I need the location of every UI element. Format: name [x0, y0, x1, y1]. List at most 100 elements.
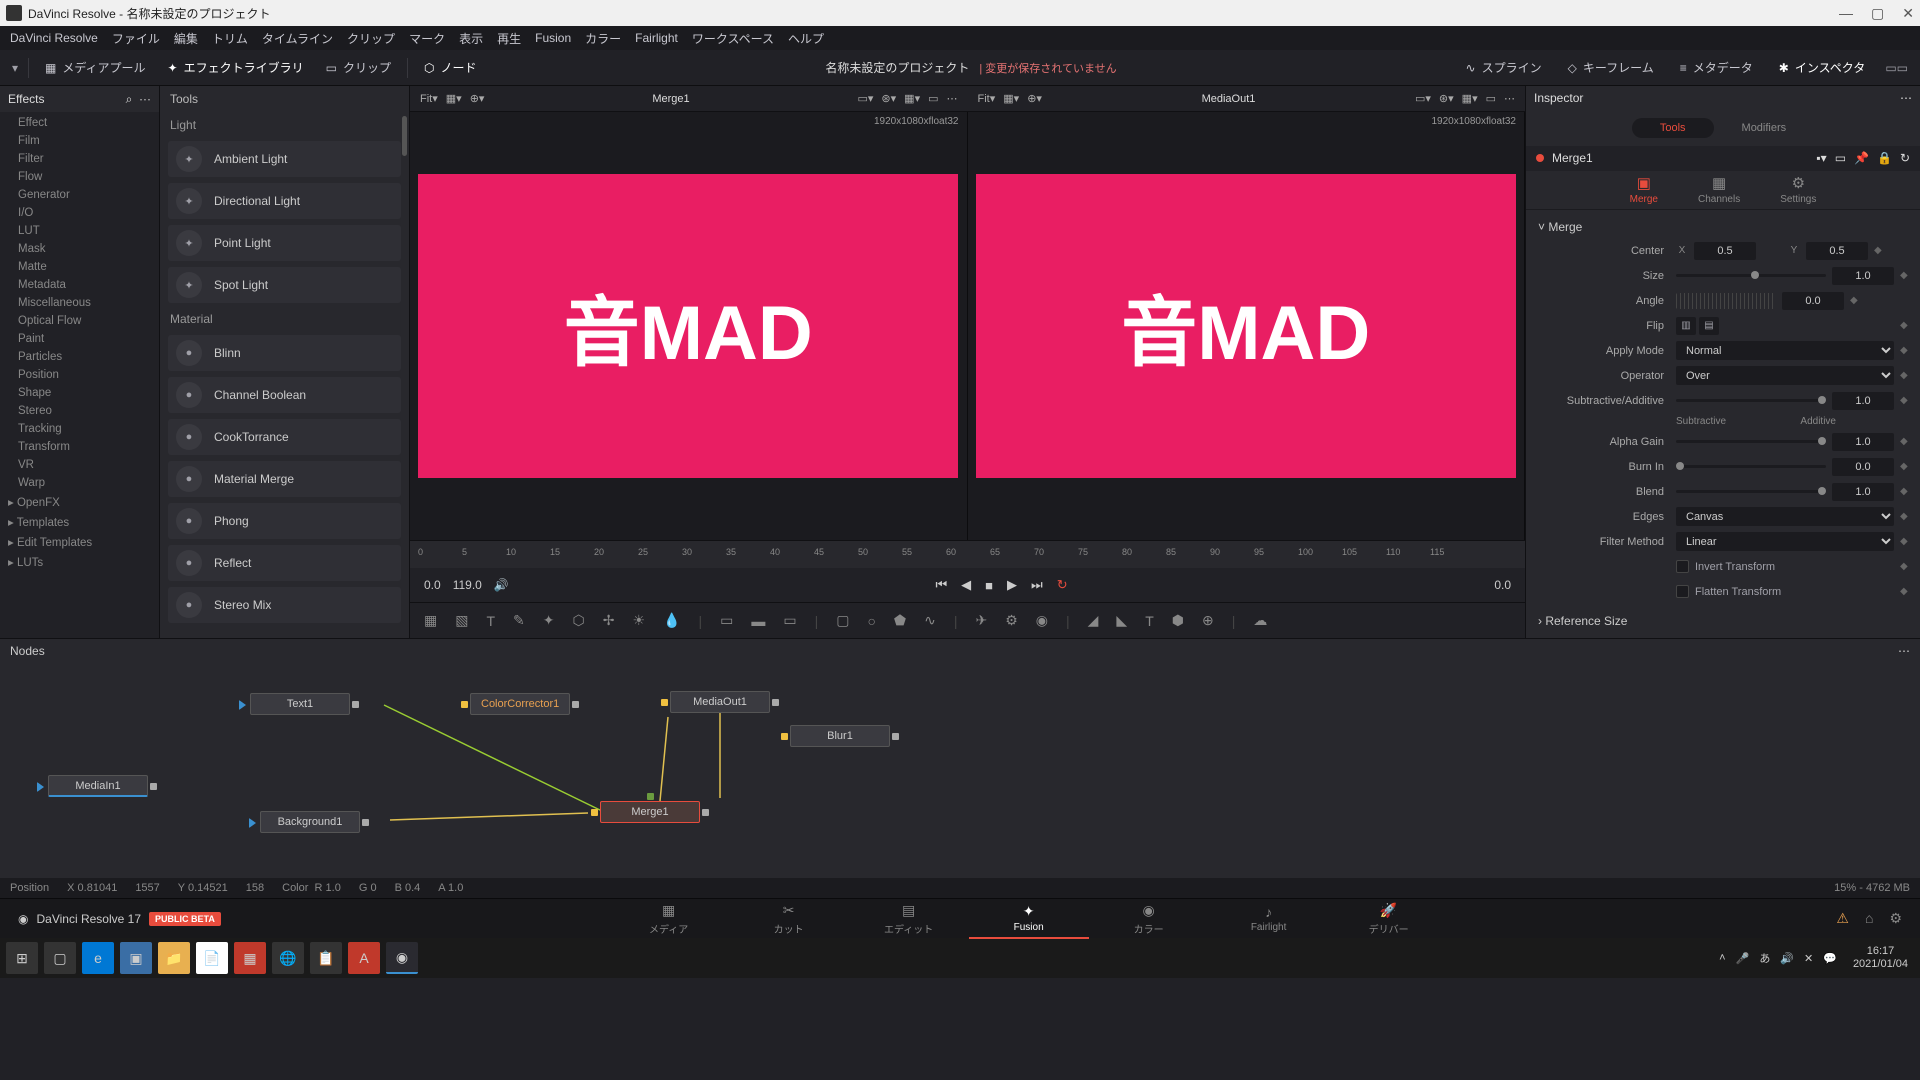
page-fusion[interactable]: ✦Fusion [969, 899, 1089, 939]
viewer-opts-icon[interactable]: ⊛▾ [881, 92, 896, 105]
node-graph[interactable]: Text1 ColorCorrector1 MediaOut1 Blur1 Me… [0, 663, 1920, 878]
inspector-button[interactable]: ✱インスペクタ [1773, 56, 1872, 79]
tray-chevron-icon[interactable]: ˄ [1719, 952, 1725, 964]
effects-group[interactable]: ▸ LUTs [0, 552, 159, 572]
invert-checkbox[interactable] [1676, 560, 1689, 573]
tool-directional-light[interactable]: ✦Directional Light [168, 183, 401, 219]
flip-h-button[interactable]: ▥ [1676, 317, 1696, 335]
menu-item[interactable]: ファイル [112, 30, 160, 47]
size-input[interactable] [1832, 267, 1894, 285]
tray-icon[interactable]: 💬 [1823, 952, 1837, 965]
options-icon[interactable]: ⋯ [947, 92, 958, 105]
viewer-opts-icon[interactable]: ▦▾ [1003, 92, 1019, 105]
first-frame-button[interactable]: ⏮ [935, 577, 947, 593]
dropdown-icon[interactable]: ▾ [12, 61, 18, 75]
tool-icon[interactable]: ▬ [751, 613, 765, 629]
subtab-channels[interactable]: ▦Channels [1698, 174, 1740, 205]
tool-reflect[interactable]: ●Reflect [168, 545, 401, 581]
keyframe-diamond[interactable]: ◆ [1900, 395, 1910, 406]
blend-slider[interactable] [1676, 490, 1826, 493]
menu-item[interactable]: カラー [585, 30, 621, 47]
effects-list[interactable]: Effect Film Filter Flow Generator I/O LU… [0, 112, 159, 638]
keyframe-diamond[interactable]: ◆ [1900, 461, 1910, 472]
keyframe-diamond[interactable]: ◆ [1874, 245, 1884, 256]
tool-ambient-light[interactable]: ✦Ambient Light [168, 141, 401, 177]
keyframe-diamond[interactable]: ◆ [1850, 295, 1860, 306]
effects-item[interactable]: Miscellaneous [0, 294, 159, 312]
burnin-slider[interactable] [1676, 465, 1826, 468]
tool-blinn[interactable]: ●Blinn [168, 335, 401, 371]
node-text1[interactable]: Text1 [250, 693, 350, 715]
edges-select[interactable]: Canvas [1676, 507, 1894, 526]
tray-close-icon[interactable]: ✕ [1804, 952, 1813, 965]
center-y-input[interactable] [1806, 242, 1868, 260]
tool-icon[interactable]: ✦ [543, 612, 555, 629]
reset-icon[interactable]: ↻ [1900, 151, 1910, 165]
keyframe-diamond[interactable]: ◆ [1900, 345, 1910, 356]
options-icon[interactable]: ⋯ [1504, 92, 1515, 105]
taskbar-app[interactable]: ▣ [120, 942, 152, 974]
right-viewer[interactable]: 1920x1080xfloat32 音MAD [968, 112, 1526, 540]
in-point[interactable]: 0.0 [424, 578, 441, 592]
menu-item[interactable]: 再生 [497, 30, 521, 47]
options-icon[interactable]: ⋯ [139, 92, 151, 106]
page-media[interactable]: ▦メディア [609, 899, 729, 939]
fit-dropdown[interactable]: Fit▾ [420, 92, 438, 105]
effects-item[interactable]: Transform [0, 438, 159, 456]
menu-item[interactable]: Fusion [535, 31, 571, 45]
keyframe-diamond[interactable]: ◆ [1900, 586, 1910, 597]
effects-item[interactable]: VR [0, 456, 159, 474]
subadd-input[interactable] [1832, 392, 1894, 410]
tool-phong[interactable]: ●Phong [168, 503, 401, 539]
viewer-opts-icon[interactable]: ▭▾ [858, 92, 874, 105]
keyframe-diamond[interactable]: ◆ [1900, 270, 1910, 281]
tool-stereo-mix[interactable]: ●Stereo Mix [168, 587, 401, 623]
tool-icon[interactable]: ☁ [1253, 612, 1267, 629]
tool-point-light[interactable]: ✦Point Light [168, 225, 401, 261]
tool-icon[interactable]: ▭ [783, 612, 796, 629]
keyframes-button[interactable]: ◇キーフレーム [1562, 56, 1660, 79]
tool-channel-boolean[interactable]: ●Channel Boolean [168, 377, 401, 413]
menu-item[interactable]: タイムライン [262, 30, 333, 47]
menu-item[interactable]: 表示 [459, 30, 483, 47]
nodes-button[interactable]: ⬡ノード [418, 56, 483, 79]
angle-input[interactable] [1782, 292, 1844, 310]
tool-icon[interactable]: ⊕ [1202, 612, 1214, 629]
keyframe-diamond[interactable]: ◆ [1900, 561, 1910, 572]
options-icon[interactable]: ⋯ [1898, 644, 1910, 658]
tray-volume-icon[interactable]: 🔊 [1780, 952, 1794, 965]
tool-spot-light[interactable]: ✦Spot Light [168, 267, 401, 303]
tool-icon[interactable]: 💧 [663, 612, 680, 629]
effects-group[interactable]: ▸ Edit Templates [0, 532, 159, 552]
pin-icon[interactable]: 📌 [1854, 151, 1869, 165]
viewer-opts-icon[interactable]: ▭▾ [1415, 92, 1431, 105]
tool-icon[interactable]: ∿ [924, 612, 936, 629]
page-deliver[interactable]: 🚀デリバー [1329, 899, 1449, 939]
taskbar-app[interactable]: 🌐 [272, 942, 304, 974]
tray-ime-icon[interactable]: あ [1759, 950, 1770, 966]
taskbar-app[interactable]: ▦ [234, 942, 266, 974]
menu-item[interactable]: ワークスペース [692, 30, 774, 47]
effects-item[interactable]: Effect [0, 114, 159, 132]
viewer-opts-icon[interactable]: ▦▾ [1462, 92, 1478, 105]
burnin-input[interactable] [1832, 458, 1894, 476]
gear-icon[interactable]: ⚙ [1889, 910, 1902, 927]
taskbar-app[interactable]: 📄 [196, 942, 228, 974]
tab-modifiers[interactable]: Modifiers [1714, 118, 1815, 138]
keyframe-diamond[interactable]: ◆ [1900, 320, 1910, 331]
node-colorcorrector1[interactable]: ColorCorrector1 [470, 693, 570, 715]
effects-item[interactable]: Warp [0, 474, 159, 492]
tab-tools[interactable]: Tools [1632, 118, 1714, 138]
effects-item[interactable]: Generator [0, 186, 159, 204]
viewer-opts-icon[interactable]: ⊕▾ [470, 92, 485, 105]
left-viewer[interactable]: 1920x1080xfloat32 音MAD [410, 112, 968, 540]
tray-mic-icon[interactable]: 🎤 [1736, 952, 1750, 965]
keyframe-diamond[interactable]: ◆ [1900, 536, 1910, 547]
effects-item[interactable]: Particles [0, 348, 159, 366]
effects-group[interactable]: ▸ Templates [0, 512, 159, 532]
metadata-button[interactable]: ≡メタデータ [1674, 56, 1759, 79]
effects-item[interactable]: LUT [0, 222, 159, 240]
size-slider[interactable] [1676, 274, 1826, 277]
taskbar-app-resolve[interactable]: ◉ [386, 942, 418, 974]
taskbar-app[interactable]: 📋 [310, 942, 342, 974]
